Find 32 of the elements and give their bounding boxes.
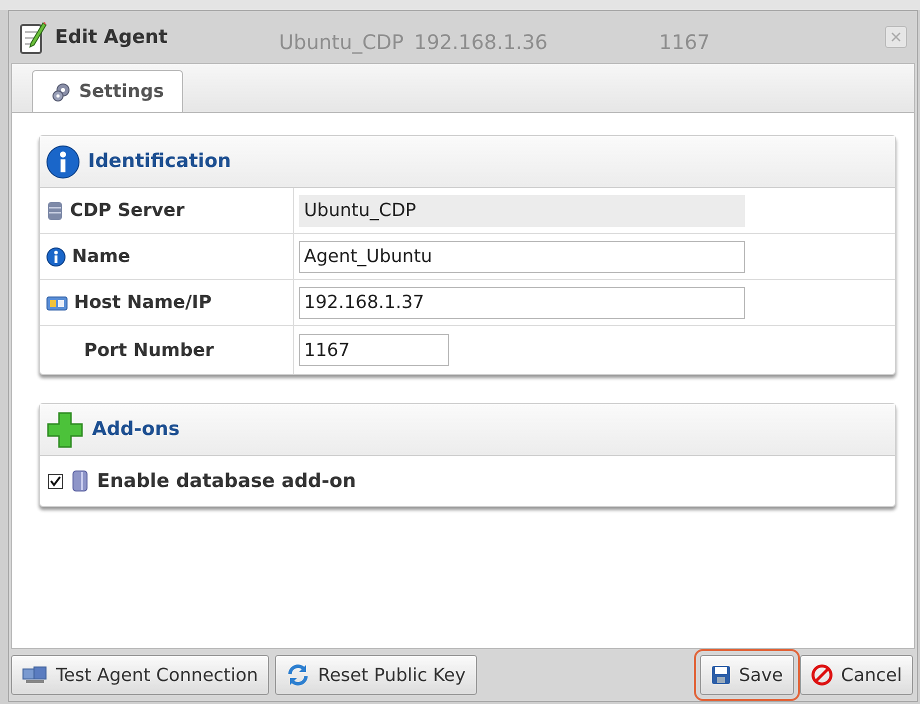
background-table-cell-text: 1167: [659, 29, 710, 56]
field-label: Host Name/IP: [74, 291, 212, 315]
notepad-pencil-icon: [19, 19, 47, 55]
input-field[interactable]: 192.168.1.37: [299, 286, 745, 318]
gears-icon: [51, 82, 71, 102]
database-icon: [46, 200, 64, 222]
input-field[interactable]: Ubuntu_CDP: [299, 194, 745, 226]
input-field[interactable]: 1167: [299, 334, 449, 366]
checkbox[interactable]: [48, 474, 63, 488]
window-title: Edit Agent: [55, 24, 168, 50]
no-entry-icon: [811, 664, 834, 686]
settings-tab[interactable]: Settings: [32, 70, 183, 112]
computers-icon: [22, 665, 48, 685]
background-table-cell-text: Ubuntu_CDP: [279, 29, 404, 56]
section-title: Identification: [88, 149, 232, 174]
input-field[interactable]: Agent_Ubuntu: [299, 240, 745, 272]
field-label: Name: [72, 245, 130, 269]
cancel-button[interactable]: Cancel: [800, 655, 913, 695]
option-label: Enable database add-on: [97, 468, 356, 494]
reset-key-button[interactable]: Reset Public Key: [275, 655, 477, 695]
close-icon: [891, 32, 901, 42]
test-connection-button[interactable]: Test Agent Connection: [11, 655, 270, 695]
database-icon: [71, 469, 89, 493]
info-icon: [46, 144, 80, 178]
refresh-icon: [286, 663, 310, 687]
field-label: CDP Server: [70, 199, 184, 223]
background-table-cell-text: 192.168.1.36: [414, 29, 548, 56]
section-title: Add-ons: [92, 417, 180, 442]
network-card-icon: [46, 294, 68, 312]
plus-icon: [46, 410, 84, 448]
field-label: Port Number: [84, 338, 214, 362]
info-icon: [46, 246, 66, 266]
